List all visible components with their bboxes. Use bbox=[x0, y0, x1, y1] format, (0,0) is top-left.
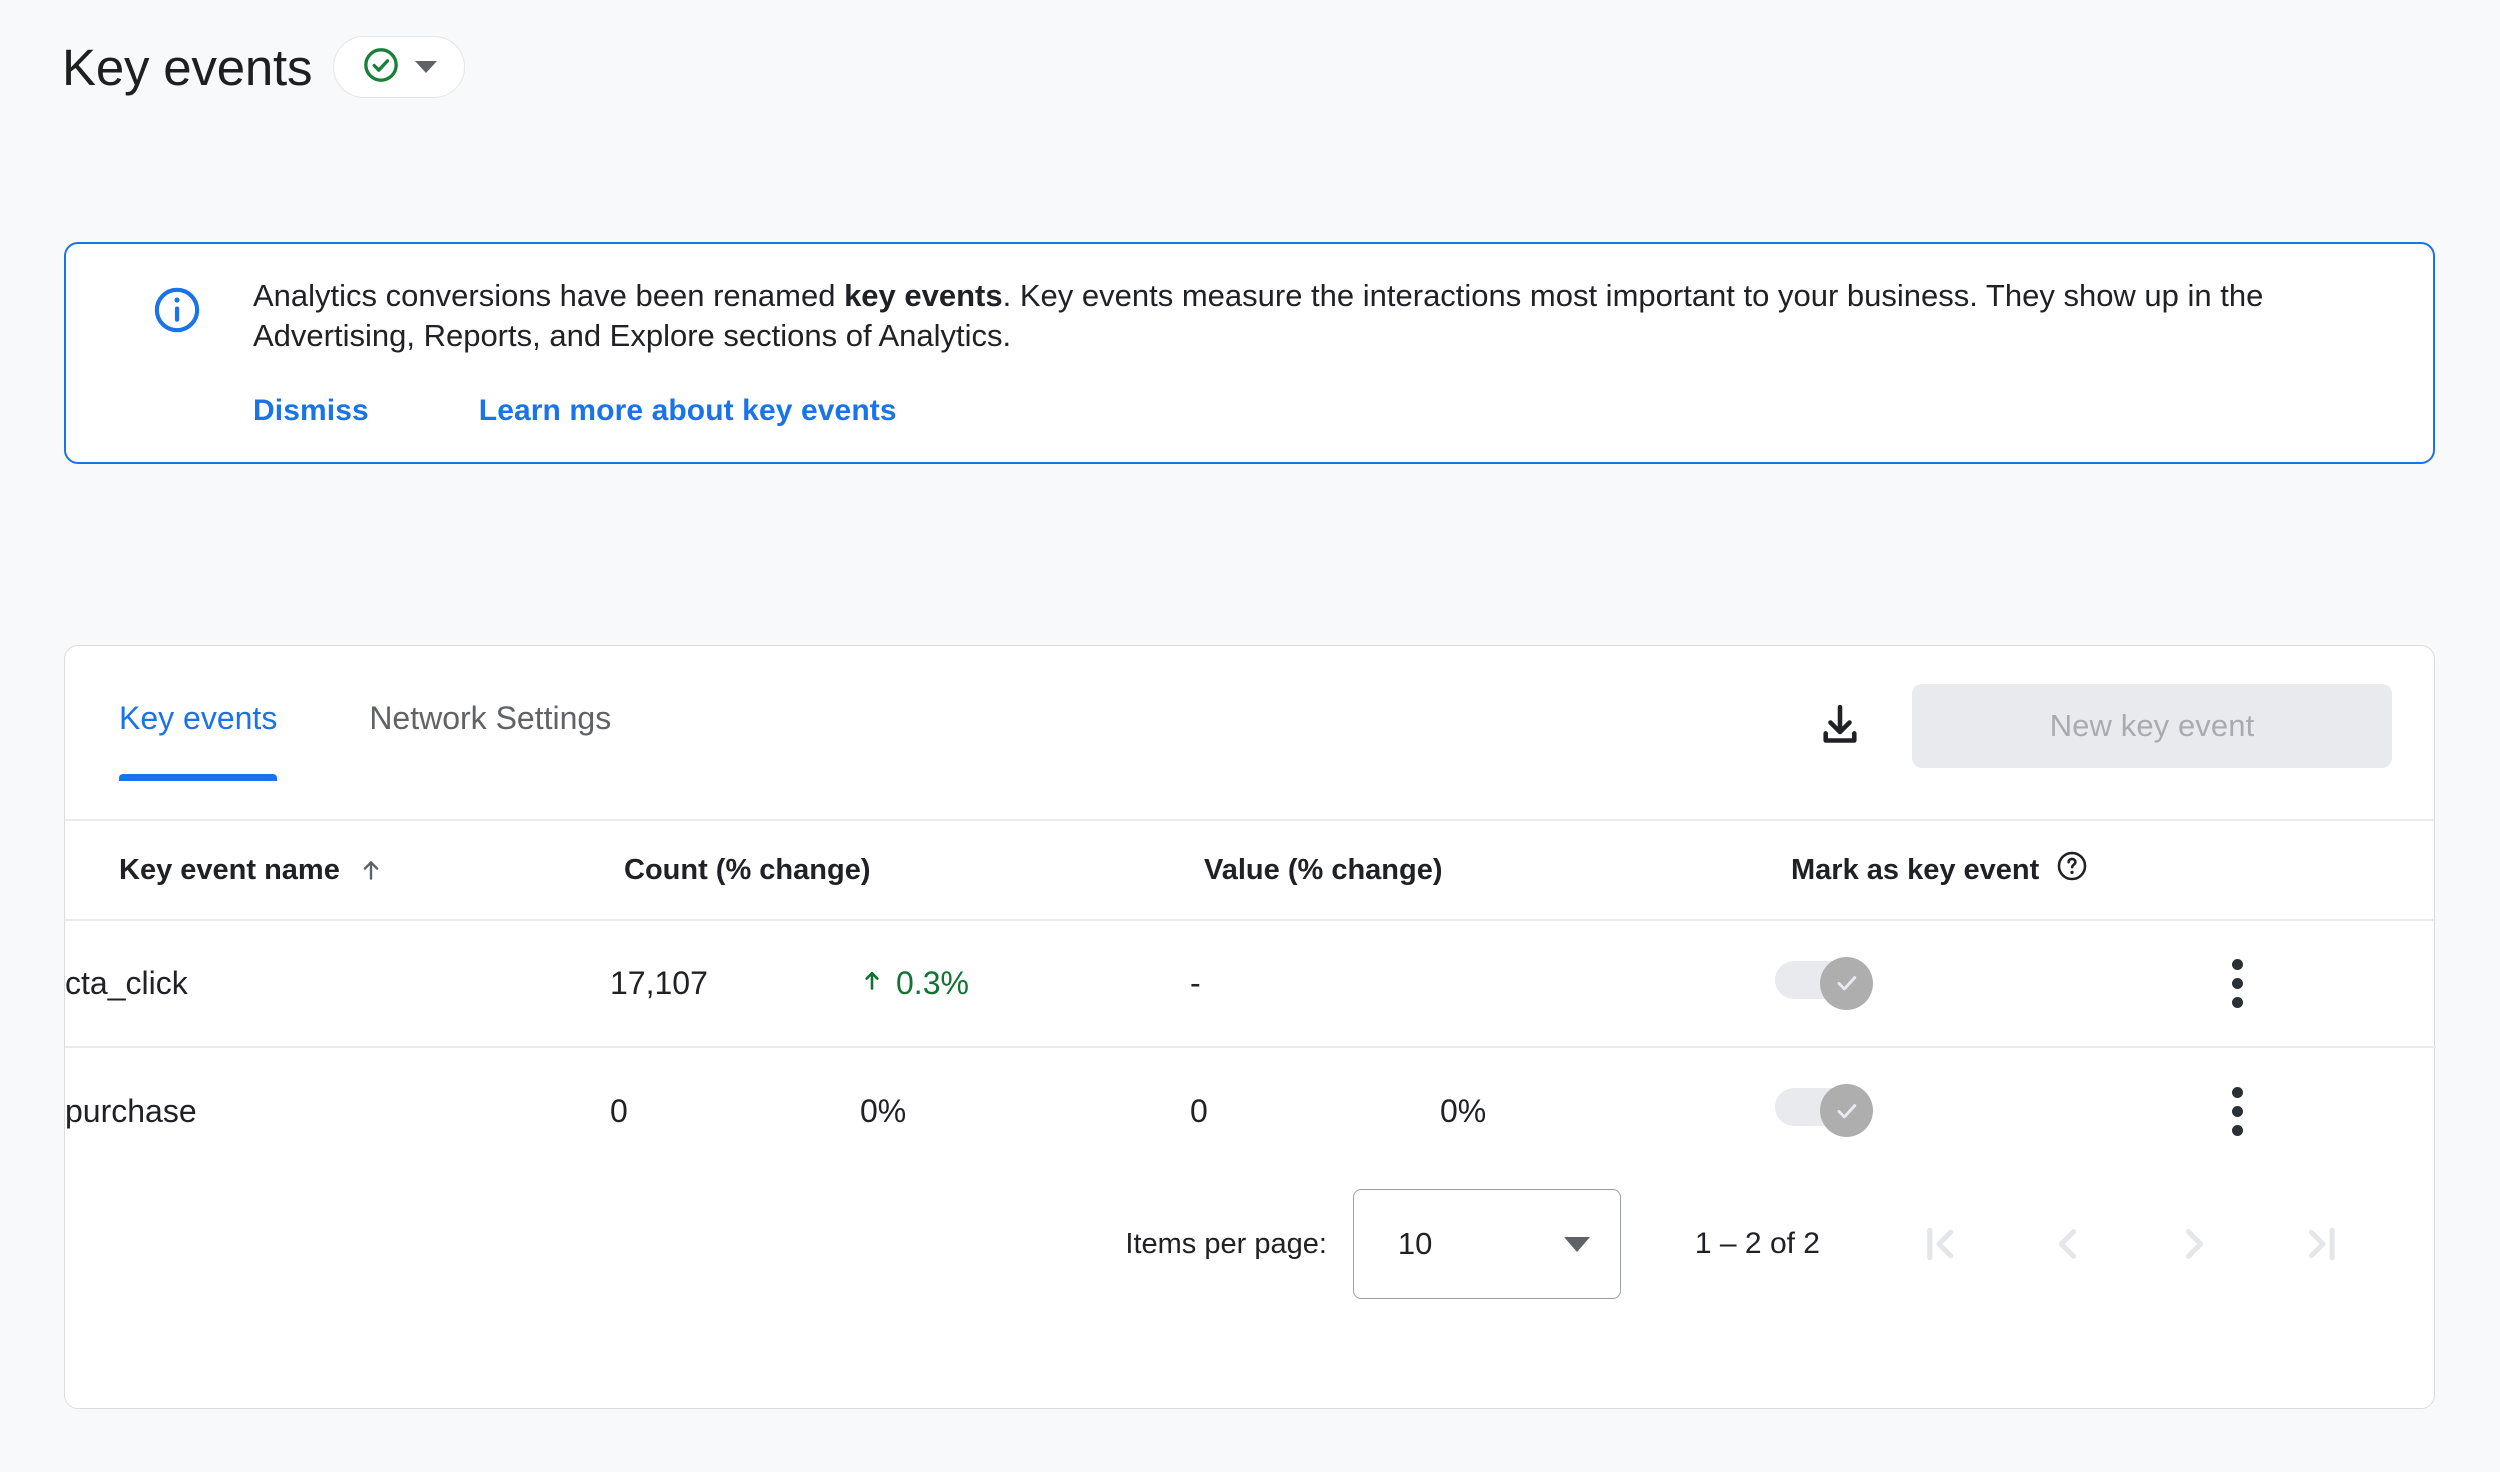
page-header: Key events bbox=[0, 0, 2500, 98]
last-page-icon[interactable] bbox=[2272, 1196, 2368, 1292]
items-per-page-select[interactable]: 10 bbox=[1352, 1189, 1621, 1299]
download-icon[interactable] bbox=[1812, 698, 1868, 754]
items-per-page-label: Items per page: bbox=[1125, 1227, 1327, 1260]
toggle-knob bbox=[1820, 956, 1874, 1010]
cell-value: 0 bbox=[1190, 1092, 1208, 1129]
page-range-label: 1 – 2 of 2 bbox=[1694, 1227, 1820, 1260]
key-events-table: Key event name Count (% change) Value (%… bbox=[65, 821, 2437, 1174]
column-label-key-event-name: Key event name bbox=[119, 853, 340, 886]
cell-key-event-name: purchase bbox=[65, 1092, 197, 1129]
cell-count-change: 0% bbox=[860, 1092, 907, 1129]
cell-count-change: 0.3% bbox=[860, 920, 1190, 1048]
banner-text-part1: Analytics conversions have been renamed bbox=[253, 278, 845, 313]
toggle-knob bbox=[1820, 1084, 1874, 1137]
chevron-down-icon bbox=[1563, 1236, 1590, 1252]
ascending-arrow-icon bbox=[358, 855, 384, 885]
banner-body: Analytics conversions have been renamed … bbox=[253, 276, 2293, 462]
more-vert-icon[interactable] bbox=[2215, 1086, 2259, 1136]
banner-actions: Dismiss Learn more about key events bbox=[253, 394, 2293, 428]
tab-key-events[interactable]: Key events bbox=[119, 700, 278, 781]
cell-row-menu bbox=[2215, 920, 2437, 1048]
table-row[interactable]: cta_click 17,107 0.3% - bbox=[65, 920, 2437, 1048]
help-icon[interactable] bbox=[2055, 849, 2089, 891]
banner-message: Analytics conversions have been renamed … bbox=[253, 276, 2293, 357]
cell-count: 17,107 bbox=[610, 920, 860, 1048]
pagination-buttons bbox=[1894, 1196, 2368, 1292]
cell-value-change: 0% bbox=[1440, 1092, 1487, 1129]
cell-key-event-name: cta_click bbox=[65, 920, 610, 1048]
tab-network-settings[interactable]: Network Settings bbox=[369, 700, 611, 781]
column-header-mark-as-key-event: Mark as key event bbox=[1775, 821, 2437, 921]
chevron-left-icon[interactable] bbox=[2020, 1196, 2116, 1292]
column-label-mark-as-key-event: Mark as key event bbox=[1791, 853, 2040, 886]
table-header: Key event name Count (% change) Value (%… bbox=[65, 821, 2437, 921]
cell-mark-as-key-event bbox=[1775, 1047, 2215, 1174]
cell-row-menu bbox=[2215, 1047, 2436, 1174]
cell-value: - bbox=[1190, 920, 1440, 1048]
learn-more-link[interactable]: Learn more about key events bbox=[479, 394, 897, 428]
card-toolbar: Key events Network Settings New key even… bbox=[65, 646, 2434, 821]
page-title: Key events bbox=[62, 38, 313, 96]
paginator: Items per page: 10 1 – 2 of 2 bbox=[65, 1174, 2434, 1314]
column-header-value[interactable]: Value (% change) bbox=[1190, 821, 1776, 921]
check-circle-icon bbox=[361, 45, 401, 90]
items-per-page-value: 10 bbox=[1397, 1226, 1433, 1261]
dismiss-link[interactable]: Dismiss bbox=[253, 394, 369, 428]
toolbar-actions: New key event bbox=[1812, 684, 2392, 768]
arrow-up-icon bbox=[860, 965, 884, 1003]
table-body: cta_click 17,107 0.3% - purchase 0 0% 0 … bbox=[65, 920, 2437, 1174]
chevron-right-icon[interactable] bbox=[2146, 1196, 2242, 1292]
banner-text-bold: key events bbox=[844, 278, 1003, 313]
cell-mark-as-key-event bbox=[1775, 920, 2216, 1048]
count-change-value: 0.3% bbox=[896, 965, 969, 1001]
first-page-icon[interactable] bbox=[1894, 1196, 1990, 1292]
status-chip[interactable] bbox=[333, 36, 466, 98]
info-banner: Analytics conversions have been renamed … bbox=[64, 242, 2435, 464]
count-change-up: 0.3% bbox=[860, 965, 969, 1003]
info-icon bbox=[151, 284, 203, 462]
cell-count: 0 bbox=[610, 1092, 628, 1129]
chevron-down-icon bbox=[415, 61, 438, 73]
mark-as-key-event-toggle[interactable] bbox=[1775, 956, 1874, 1010]
table-header-row: Key event name Count (% change) Value (%… bbox=[65, 821, 2437, 921]
new-key-event-button[interactable]: New key event bbox=[1912, 684, 2392, 768]
key-events-card: Key events Network Settings New key even… bbox=[64, 645, 2437, 1409]
column-header-key-event-name[interactable]: Key event name bbox=[65, 821, 610, 921]
cell-value-change bbox=[1440, 920, 1776, 1048]
mark-as-key-event-toggle[interactable] bbox=[1775, 1084, 1874, 1137]
column-header-count[interactable]: Count (% change) bbox=[610, 821, 1190, 921]
column-label-count: Count (% change) bbox=[624, 853, 871, 886]
more-vert-icon[interactable] bbox=[2215, 959, 2259, 1008]
table-row[interactable]: purchase 0 0% 0 0% bbox=[65, 1047, 2436, 1174]
column-label-value: Value (% change) bbox=[1204, 853, 1443, 886]
